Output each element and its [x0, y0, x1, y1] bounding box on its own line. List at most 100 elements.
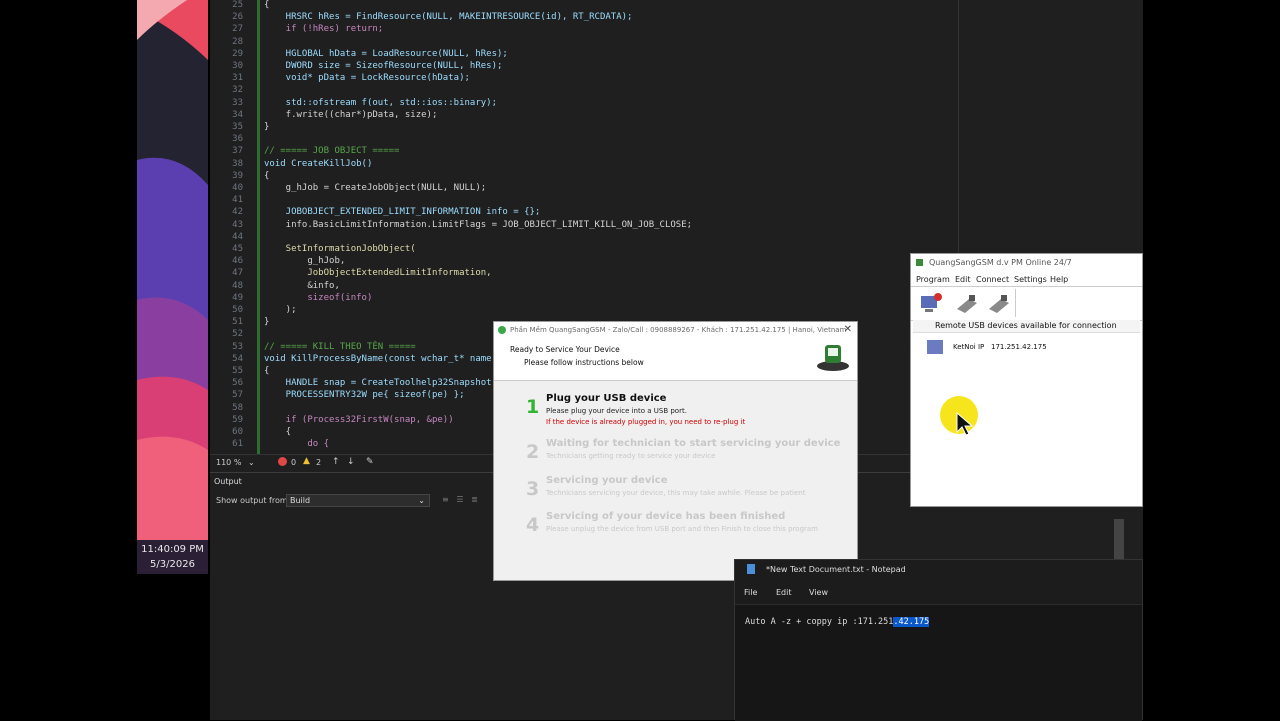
code-line: void CreateKillJob() [264, 158, 373, 169]
clock-date: 5/3/2026 [150, 559, 195, 570]
code-line: // ===== KILL THEO TÊN ===== [264, 341, 416, 352]
menu-help[interactable]: Help [1050, 275, 1068, 284]
line-number: 39 [232, 170, 243, 181]
line-number: 28 [232, 36, 243, 47]
output-source-select[interactable]: Build ⌄ [286, 494, 430, 507]
menu-program[interactable]: Program [916, 275, 950, 284]
service-dialog: Phần Mềm QuangSangGSM - Zalo/Call : 0908… [493, 321, 858, 581]
line-number: 47 [232, 268, 243, 279]
step-description: Please unplug the device from USB port a… [546, 525, 819, 533]
code-line: { [264, 366, 270, 376]
toolbar-divider [1015, 289, 1016, 317]
code-line: DWORD size = SizeofResource(NULL, hRes); [264, 61, 503, 71]
menu-connect[interactable]: Connect [976, 275, 1009, 284]
code-line: g_hJob = CreateJobObject(NULL, NULL); [264, 183, 487, 193]
line-number: 32 [232, 85, 243, 96]
notepad-menubar: File Edit View [735, 586, 1142, 602]
line-number: 38 [232, 158, 243, 169]
app-icon [498, 326, 506, 334]
menu-edit[interactable]: Edit [955, 275, 971, 284]
arrow-down-icon[interactable]: ↓ [347, 457, 355, 467]
line-number: 49 [232, 292, 243, 303]
line-number: 36 [232, 134, 243, 145]
error-count[interactable]: 0 [291, 458, 296, 467]
step-number: 1 [526, 396, 540, 418]
menu-edit[interactable]: Edit [776, 588, 792, 597]
step-description: Please plug your device into a USB port. [546, 407, 687, 415]
code-line: SetInformationJobObject( [264, 244, 416, 254]
line-number: 48 [232, 280, 243, 291]
line-number: 35 [232, 122, 243, 132]
line-number: 57 [232, 390, 243, 401]
line-number: 54 [232, 353, 243, 364]
arrow-up-icon[interactable]: ↑ [332, 457, 340, 467]
device-item[interactable]: KetNoi IP 171.251.42.175 [927, 340, 1127, 356]
computer-icon[interactable] [919, 292, 945, 314]
line-number: 29 [232, 48, 243, 59]
line-number: 26 [232, 12, 243, 23]
text-selection: .42.175 [893, 617, 930, 627]
code-line: std::ofstream f(out, std::ios::binary); [264, 97, 497, 108]
mouse-pointer-icon [956, 412, 974, 436]
code-line: if (Process32FirstW(snap, &pe)) [264, 414, 454, 425]
dialog-titlebar[interactable]: Phần Mềm QuangSangGSM - Zalo/Call : 0908… [494, 322, 857, 338]
code-line: if (!hRes) return; [264, 24, 384, 35]
menu-file[interactable]: File [744, 588, 757, 597]
notepad-text-area[interactable]: Auto A -z + coppy ip :171.251.42.175 [735, 604, 1142, 721]
usb-disconnect-icon[interactable] [987, 293, 1011, 313]
notepad-titlebar[interactable]: *New Text Document.txt - Notepad [735, 560, 1142, 580]
code-line: // ===== JOB OBJECT ===== [264, 146, 400, 157]
clock-time: 11:40:09 PM [141, 544, 204, 555]
menu-settings[interactable]: Settings [1014, 275, 1047, 284]
output-tab[interactable]: Output [214, 477, 242, 486]
line-number: 50 [232, 305, 243, 315]
line-number: 55 [232, 366, 243, 376]
step-number: 4 [526, 514, 540, 536]
code-line: sizeof(info) [264, 292, 373, 303]
code-line: do { [264, 439, 330, 450]
zoom-level[interactable]: 110 % [216, 458, 241, 467]
list-title: Remote USB devices available for connect… [935, 321, 1117, 330]
warning-count[interactable]: 2 [316, 458, 321, 467]
step-title: Waiting for technician to start servicin… [546, 438, 841, 449]
code-line: f.write((char*)pData, size); [264, 109, 438, 120]
step-4: 4 Servicing of your device has been finis… [494, 510, 857, 546]
chevron-down-icon: ⌄ [418, 496, 425, 505]
usb-device-icon [817, 345, 849, 371]
change-margin [257, 0, 260, 454]
usb-connect-icon[interactable] [955, 293, 979, 313]
line-number: 51 [232, 317, 243, 328]
scrollbar-thumb[interactable] [1114, 519, 1124, 559]
line-number: 58 [232, 402, 243, 413]
toolbar-icons[interactable]: ≡ ☰ ≣ [442, 495, 478, 504]
line-number: 25 [232, 0, 243, 10]
step-warning: If the device is already plugged in, you… [546, 418, 746, 426]
code-line: void KillProcessByName(const wchar_t* na… [264, 353, 492, 364]
remote-toolbar [911, 286, 1142, 321]
code-line: ); [264, 305, 297, 315]
dialog-header: Ready to Service Your Device Please foll… [494, 338, 857, 381]
code-line: JobObjectExtendedLimitInformation, [264, 268, 492, 279]
menu-view[interactable]: View [809, 588, 828, 597]
header-title: Ready to Service Your Device [510, 345, 620, 354]
cleanup-icon[interactable]: ✎ [366, 457, 374, 467]
remote-titlebar[interactable]: QuangSangGSM d.v PM Online 24/7 [911, 254, 1142, 272]
step-title: Plug your USB device [546, 393, 667, 404]
dialog-title: Phần Mềm QuangSangGSM - Zalo/Call : 0908… [510, 326, 847, 334]
close-icon[interactable]: ✕ [844, 322, 852, 338]
code-line: { [264, 427, 292, 437]
line-number: 37 [232, 146, 243, 157]
code-line: PROCESSENTRY32W pe{ sizeof(pe) }; [264, 390, 465, 401]
step-number: 2 [526, 441, 540, 463]
line-number: 31 [232, 73, 243, 84]
code-line: } [264, 122, 270, 132]
chevron-down-icon[interactable]: ⌄ [248, 458, 255, 467]
step-description: Technicians getting ready to service you… [546, 452, 716, 460]
line-number: 43 [232, 219, 243, 230]
usb-device-icon [927, 340, 943, 354]
list-header: Remote USB devices available for connect… [913, 320, 1140, 333]
code-line: &info, [264, 280, 340, 291]
taskbar-clock[interactable]: 11:40:09 PM 5/3/2026 [137, 540, 208, 574]
line-number: 41 [232, 195, 243, 206]
warning-icon: ▲ [303, 456, 310, 466]
